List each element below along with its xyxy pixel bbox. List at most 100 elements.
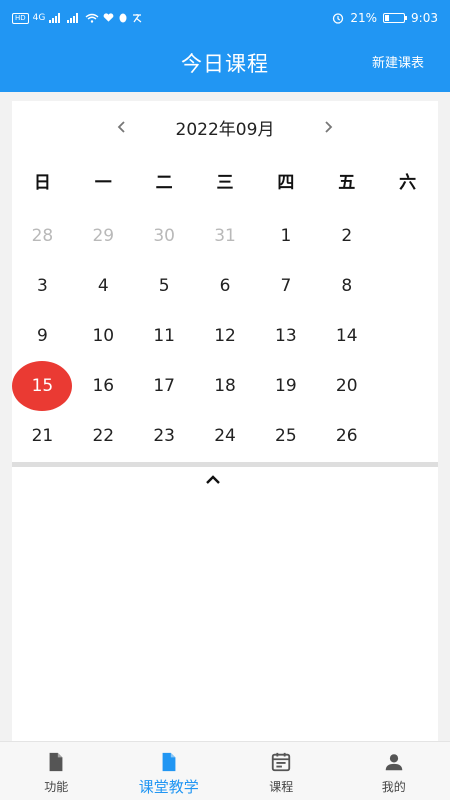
calendar-day[interactable]: 10 [73, 311, 134, 361]
calendar-day-number: 1 [280, 226, 292, 246]
weekday-header: 日一二三四五六 [12, 165, 438, 201]
status-bar: HD 4G 21% 9:03 [0, 0, 450, 36]
calendar-day-number: 26 [335, 426, 358, 446]
course-list-area [12, 467, 438, 741]
calendar-day-number: 19 [275, 376, 297, 396]
weekday-label: 二 [155, 173, 173, 193]
calendar-day-number: 10 [92, 326, 115, 346]
status-left-icons: HD 4G [12, 12, 143, 24]
weekday-label: 一 [94, 173, 112, 193]
calendar-day-number: 28 [31, 226, 54, 246]
calendar-day[interactable]: 21 [12, 411, 73, 461]
weekday-label: 日 [33, 173, 51, 193]
calendar-day[interactable]: 30 [134, 211, 195, 261]
calendar-day[interactable]: 19 [255, 361, 316, 411]
calendar-day[interactable]: 1 [255, 211, 316, 261]
alarm-icon [333, 13, 344, 24]
nav-item-0[interactable]: 功能 [0, 742, 113, 800]
chevron-up-icon [206, 475, 220, 484]
calendar-day[interactable]: 16 [73, 361, 134, 411]
weekday-label: 六 [399, 173, 417, 193]
calendar-day-number: 16 [92, 376, 115, 396]
calendar-day[interactable]: 2 [316, 211, 377, 261]
calendar-day-number: 18 [214, 376, 236, 396]
calendar-day[interactable]: 4 [73, 261, 134, 311]
calendar-day-number: 2 [341, 226, 353, 246]
calendar-day[interactable]: 7 [255, 261, 316, 311]
signal-icon-2 [67, 13, 79, 23]
calendar-day-number: 31 [214, 226, 236, 246]
calendar-day[interactable]: 8 [316, 261, 377, 311]
weekday-label: 四 [277, 173, 295, 193]
calendar-day[interactable]: 28 [12, 211, 73, 261]
calendar-day-number: 11 [153, 326, 175, 346]
calendar-day[interactable]: 17 [134, 361, 195, 411]
calendar-day[interactable]: 20 [316, 361, 377, 411]
calendar-day[interactable]: 3 [12, 261, 73, 311]
calendar-day[interactable]: 24 [195, 411, 256, 461]
nav-label: 我的 [381, 780, 406, 794]
next-month-button[interactable] [318, 117, 338, 137]
nav-item-1[interactable]: 课堂教学 [113, 742, 226, 800]
calendar-day-number: 15 [31, 376, 54, 396]
calendar-day[interactable]: 13 [255, 311, 316, 361]
calendar-day-number: 14 [335, 326, 358, 346]
translate-icon [133, 14, 142, 23]
calendar-day[interactable]: 9 [12, 311, 73, 361]
wifi-icon [85, 13, 99, 23]
calendar-day[interactable]: 31 [195, 211, 256, 261]
calendar-day-number: 12 [214, 326, 236, 346]
chevron-left-icon [117, 121, 125, 133]
weekday-label: 三 [216, 173, 234, 193]
heart-icon [104, 13, 114, 22]
prev-month-button[interactable] [112, 117, 132, 137]
calendar-day-number: 5 [158, 276, 170, 296]
calendar-day-number: 13 [275, 326, 297, 346]
calendar-day[interactable]: 23 [134, 411, 195, 461]
calendar-day-number: 24 [214, 426, 236, 446]
calendar-day[interactable]: 5 [134, 261, 195, 311]
calendar-day[interactable]: 18 [195, 361, 256, 411]
calendar-day-number: 17 [153, 376, 175, 396]
nav-item-3[interactable]: 我的 [338, 742, 450, 800]
file-icon [157, 750, 181, 774]
calendar-day-number: 20 [335, 376, 358, 396]
chevron-right-icon [325, 121, 333, 133]
calendar-icon [269, 750, 293, 774]
calendar-day[interactable]: 12 [195, 311, 256, 361]
calendar-day-number: 29 [92, 226, 115, 246]
calendar-day-number: 30 [153, 226, 175, 246]
calendar-day-number: 7 [280, 276, 292, 296]
calendar-day[interactable]: 26 [316, 411, 377, 461]
qq-icon [119, 13, 127, 23]
calendar-day[interactable]: 25 [255, 411, 316, 461]
calendar-day-number: 22 [92, 426, 115, 446]
app-bar: 今日课程 新建课表 [0, 36, 450, 92]
calendar-day-number: 23 [153, 426, 175, 446]
network-type: 4G [32, 13, 46, 23]
collapse-calendar-button[interactable] [201, 472, 225, 488]
calendar-day[interactable]: 14 [316, 311, 377, 361]
calendar-day-number: 9 [37, 326, 48, 346]
nav-item-2[interactable]: 课程 [225, 742, 338, 800]
bottom-navigation: 功能 课堂教学 课程 我的 [0, 741, 450, 800]
calendar-day[interactable]: 6 [195, 261, 256, 311]
calendar-day[interactable]: 11 [134, 311, 195, 361]
calendar-day-number: 4 [97, 276, 109, 296]
person-icon [382, 750, 406, 774]
hd-badge: HD [12, 12, 29, 24]
calendar-header: 2022年09月 [12, 111, 438, 143]
calendar-day[interactable]: 29 [73, 211, 134, 261]
calendar-day-number: 6 [219, 276, 231, 296]
calendar-day[interactable]: 22 [73, 411, 134, 461]
calendar-day-number: 3 [37, 276, 48, 296]
status-right: 21% 9:03 [332, 11, 438, 25]
nav-label: 功能 [44, 780, 69, 794]
calendar-day-number: 21 [31, 426, 54, 446]
new-schedule-button[interactable]: 新建课表 [372, 36, 424, 92]
signal-icon [49, 13, 61, 23]
calendar-day-today[interactable]: 15 [12, 361, 73, 411]
clock: 9:03 [411, 11, 438, 25]
calendar-day-number: 25 [275, 426, 297, 446]
calendar-month-title: 2022年09月 [175, 119, 275, 140]
